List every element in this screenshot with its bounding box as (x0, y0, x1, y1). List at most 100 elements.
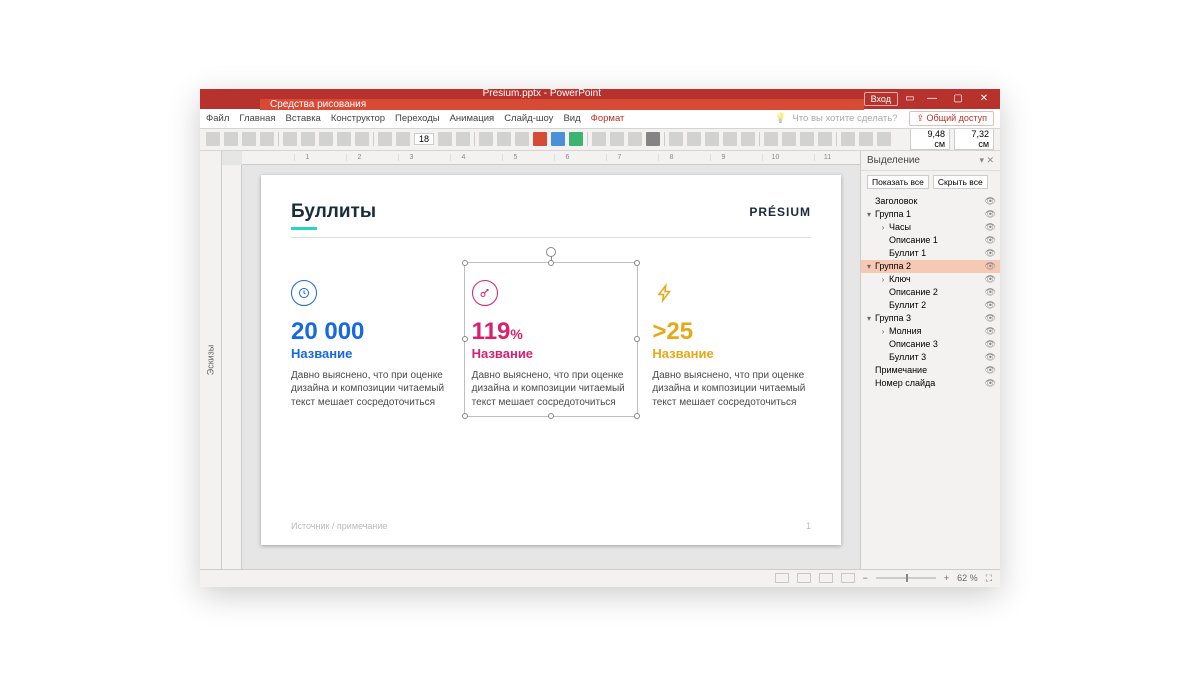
bullet-group-2[interactable]: 119% Название Давно выяснено, что при оц… (472, 280, 631, 410)
tool-icon[interactable] (859, 132, 873, 146)
resize-handle[interactable] (634, 260, 640, 266)
ribbon-tab[interactable]: Слайд-шоу (504, 113, 553, 124)
visibility-toggle-icon[interactable]: 👁 (985, 248, 996, 259)
resize-handle[interactable] (462, 336, 468, 342)
shape-height-input[interactable]: 9,48 см (910, 129, 950, 151)
tool-icon[interactable] (479, 132, 493, 146)
ribbon-tab[interactable]: Вставка (286, 113, 321, 124)
tool-icon[interactable] (782, 132, 796, 146)
minimize-button[interactable]: — (922, 93, 942, 104)
resize-handle[interactable] (462, 260, 468, 266)
tool-icon[interactable] (764, 132, 778, 146)
close-button[interactable]: ✕ (974, 93, 994, 104)
tool-icon[interactable] (723, 132, 737, 146)
tool-icon[interactable] (669, 132, 683, 146)
tool-icon[interactable] (610, 132, 624, 146)
visibility-toggle-icon[interactable]: 👁 (985, 274, 996, 285)
bullet-group-3[interactable]: >25 Название Давно выяснено, что при оце… (652, 280, 811, 410)
shape-width-input[interactable]: 7,32 см (954, 129, 994, 151)
resize-handle[interactable] (548, 260, 554, 266)
zoom-slider[interactable] (876, 577, 936, 579)
tree-item[interactable]: Номер слайда👁 (861, 377, 1000, 390)
ribbon-tab[interactable]: Формат (591, 113, 625, 124)
bullet-group-1[interactable]: 20 000 Название Давно выяснено, что при … (291, 280, 450, 410)
maximize-button[interactable]: ▢ (948, 93, 968, 104)
contextual-tab[interactable]: Средства рисования (260, 99, 864, 110)
visibility-toggle-icon[interactable]: 👁 (985, 209, 996, 220)
tool-icon[interactable] (800, 132, 814, 146)
visibility-toggle-icon[interactable]: 👁 (985, 365, 996, 376)
tree-item[interactable]: Буллит 2👁 (861, 299, 1000, 312)
tool-icon[interactable] (355, 132, 369, 146)
resize-handle[interactable] (634, 336, 640, 342)
visibility-toggle-icon[interactable]: 👁 (985, 196, 996, 207)
ribbon-tab[interactable]: Главная (239, 113, 275, 124)
ribbon-tab[interactable]: Файл (206, 113, 229, 124)
tool-icon[interactable] (705, 132, 719, 146)
tool-icon[interactable] (687, 132, 701, 146)
tell-me-input[interactable]: Что вы хотите сделать? (792, 113, 897, 124)
slide-canvas[interactable]: 12345678910111213141516 Буллиты PRÉSIUM (222, 151, 860, 569)
visibility-toggle-icon[interactable]: 👁 (985, 300, 996, 311)
visibility-toggle-icon[interactable]: 👁 (985, 339, 996, 350)
zoom-level[interactable]: 62 % (957, 573, 978, 583)
rotate-handle[interactable] (546, 247, 556, 257)
visibility-toggle-icon[interactable]: 👁 (985, 261, 996, 272)
resize-handle[interactable] (462, 413, 468, 419)
tool-icon[interactable] (260, 132, 274, 146)
tool-icon[interactable] (242, 132, 256, 146)
tree-item[interactable]: ▾Группа 2👁 (861, 260, 1000, 273)
login-button[interactable]: Вход (864, 92, 898, 106)
tool-icon[interactable] (877, 132, 891, 146)
ribbon-options-icon[interactable]: ▭ (904, 93, 916, 105)
visibility-toggle-icon[interactable]: 👁 (985, 352, 996, 363)
zoom-in-button[interactable]: + (944, 573, 949, 583)
ribbon-tab[interactable]: Конструктор (331, 113, 385, 124)
reading-view-button[interactable] (819, 573, 833, 583)
resize-handle[interactable] (634, 413, 640, 419)
tool-icon[interactable] (301, 132, 315, 146)
selection-tree[interactable]: Заголовок👁▾Группа 1👁›Часы👁Описание 1👁Бул… (861, 193, 1000, 569)
tool-icon[interactable] (741, 132, 755, 146)
tool-icon[interactable] (533, 132, 547, 146)
tree-item[interactable]: Буллит 1👁 (861, 247, 1000, 260)
tree-item[interactable]: Описание 2👁 (861, 286, 1000, 299)
tool-icon[interactable] (551, 132, 565, 146)
tool-icon[interactable] (396, 132, 410, 146)
sorter-view-button[interactable] (797, 573, 811, 583)
tree-item[interactable]: ›Часы👁 (861, 221, 1000, 234)
tool-icon[interactable] (456, 132, 470, 146)
fit-button[interactable]: ⛶ (986, 573, 992, 584)
visibility-toggle-icon[interactable]: 👁 (985, 326, 996, 337)
share-button[interactable]: ⇪ Общий доступ (909, 111, 994, 126)
resize-handle[interactable] (548, 413, 554, 419)
tree-item[interactable]: Заголовок👁 (861, 195, 1000, 208)
tool-icon[interactable] (378, 132, 392, 146)
visibility-toggle-icon[interactable]: 👁 (985, 235, 996, 246)
tool-icon[interactable] (224, 132, 238, 146)
tree-item[interactable]: Описание 1👁 (861, 234, 1000, 247)
ribbon-tab[interactable]: Переходы (395, 113, 440, 124)
visibility-toggle-icon[interactable]: 👁 (985, 287, 996, 298)
visibility-toggle-icon[interactable]: 👁 (985, 378, 996, 389)
slide[interactable]: Буллиты PRÉSIUM 20 000 Название Давно вы… (261, 175, 841, 545)
tool-icon[interactable] (628, 132, 642, 146)
visibility-toggle-icon[interactable]: 👁 (985, 313, 996, 324)
font-size-input[interactable]: 18 (414, 133, 434, 145)
tree-item[interactable]: Описание 3👁 (861, 338, 1000, 351)
tool-icon[interactable] (438, 132, 452, 146)
tool-icon[interactable] (319, 132, 333, 146)
tool-icon[interactable] (283, 132, 297, 146)
tree-item[interactable]: Буллит 3👁 (861, 351, 1000, 364)
tool-icon[interactable] (497, 132, 511, 146)
tool-icon[interactable] (206, 132, 220, 146)
tool-icon[interactable] (818, 132, 832, 146)
ribbon-tab[interactable]: Анимация (450, 113, 495, 124)
hide-all-button[interactable]: Скрыть все (933, 175, 988, 189)
tool-icon[interactable] (592, 132, 606, 146)
tree-item[interactable]: ▾Группа 1👁 (861, 208, 1000, 221)
thumbnail-strip[interactable]: Эскизы (200, 151, 222, 569)
normal-view-button[interactable] (775, 573, 789, 583)
zoom-out-button[interactable]: − (863, 573, 868, 583)
tree-item[interactable]: ▾Группа 3👁 (861, 312, 1000, 325)
